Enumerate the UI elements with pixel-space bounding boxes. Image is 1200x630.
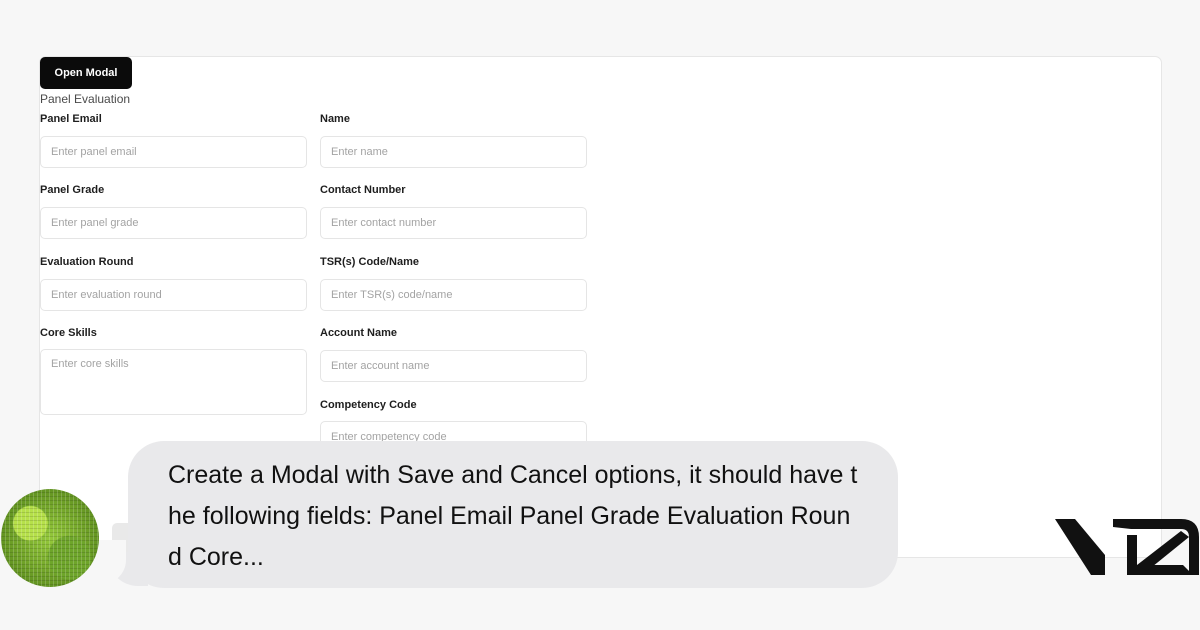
account-name-label: Account Name <box>320 327 398 339</box>
name-input[interactable] <box>320 136 587 168</box>
panel-email-input[interactable] <box>40 136 307 168</box>
open-modal-button[interactable]: Open Modal <box>40 57 132 89</box>
panel-grade-input[interactable] <box>40 207 307 239</box>
avatar-icon <box>1 489 99 587</box>
evaluation-round-label: Evaluation Round <box>40 256 134 268</box>
core-skills-label: Core Skills <box>40 327 97 339</box>
evaluation-round-input[interactable] <box>40 279 307 311</box>
panel-grade-label: Panel Grade <box>40 184 105 196</box>
core-skills-textarea[interactable] <box>40 349 307 415</box>
contact-number-input[interactable] <box>320 207 587 239</box>
competency-code-label: Competency Code <box>320 399 417 411</box>
tsr-code-name-input[interactable] <box>320 279 587 311</box>
tsr-code-name-label: TSR(s) Code/Name <box>320 256 420 268</box>
contact-number-label: Contact Number <box>320 184 406 196</box>
chat-message-text: Create a Modal with Save and Cancel opti… <box>168 461 858 571</box>
account-name-input[interactable] <box>320 350 587 382</box>
form-title: Panel Evaluation <box>40 92 131 106</box>
v0-logo-icon <box>1055 519 1199 575</box>
chat-message-bubble: Create a Modal with Save and Cancel opti… <box>128 441 898 588</box>
name-label: Name <box>320 113 350 125</box>
panel-email-label: Panel Email <box>40 113 102 125</box>
